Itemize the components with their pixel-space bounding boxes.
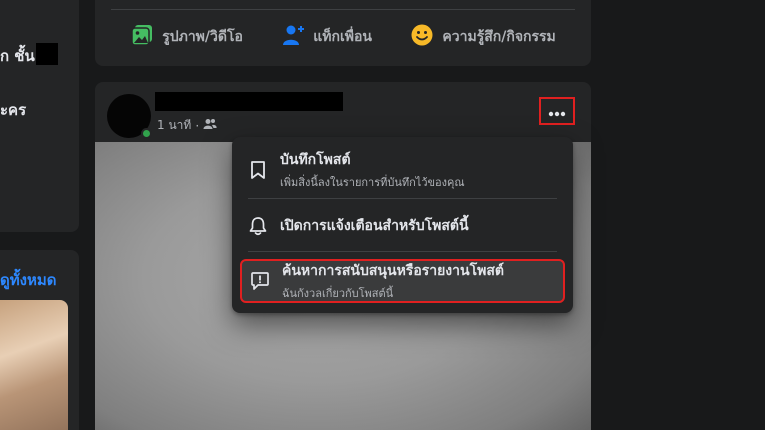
tag-friend-icon (281, 23, 305, 51)
left-sidebar-card: ก ชั้น ะคร (0, 0, 79, 232)
see-all-link[interactable]: ดูทั้งหมด (0, 268, 56, 292)
post-composer: รูปภาพ/วิดีโอ แท็กเพื่อน ความรู้สึก/กิจก… (95, 0, 591, 66)
report-post-subtitle: ฉันกังวลเกี่ยวกับโพสต์นี้ (282, 287, 394, 300)
post-timestamp[interactable]: 1 นาที (157, 116, 191, 135)
menu-item-turn-on-notifications[interactable]: เปิดการแจ้งเตือนสำหรับโพสต์นี้ (240, 203, 565, 249)
redacted-block (36, 43, 58, 65)
left-text-line1: ก ชั้น (0, 47, 35, 65)
left-text-line2: ะคร (0, 101, 27, 119)
bookmark-icon (248, 160, 268, 180)
feeling-activity-label: ความรู้สึก/กิจกรรม (442, 29, 556, 45)
save-post-title: บันทึกโพสต์ (280, 152, 351, 168)
composer-divider (111, 9, 575, 10)
online-status-dot (141, 128, 152, 139)
post-options-menu: บันทึกโพสต์ เพิ่มสิ่งนี้ลงในรายการที่บัน… (232, 137, 573, 313)
report-icon (250, 271, 270, 291)
notifications-title: เปิดการแจ้งเตือนสำหรับโพสต์นี้ (280, 218, 469, 234)
tag-friends-label: แท็กเพื่อน (313, 29, 373, 45)
menu-divider (248, 198, 557, 199)
feeling-icon (410, 23, 434, 51)
friends-icon[interactable] (203, 118, 217, 133)
gallery-thumbnail[interactable] (0, 300, 68, 430)
composer-actions: รูปภาพ/วิดีโอ แท็กเพื่อน ความรู้สึก/กิจก… (111, 14, 575, 60)
feeling-activity-button[interactable]: ความรู้สึก/กิจกรรม (410, 23, 556, 51)
menu-divider (248, 251, 557, 252)
tag-friends-button[interactable]: แท็กเพื่อน (281, 23, 372, 51)
report-post-title: ค้นหาการสนับสนุนหรือรายงานโพสต์ (282, 263, 504, 279)
photo-video-label: รูปภาพ/วิดีโอ (162, 29, 243, 45)
photo-icon (130, 23, 154, 51)
bell-icon (248, 216, 268, 236)
menu-item-find-support-report[interactable]: ค้นหาการสนับสนุนหรือรายงานโพสต์ ฉันกังวล… (240, 259, 565, 303)
meta-separator: · (195, 118, 200, 133)
photo-video-button[interactable]: รูปภาพ/วิดีโอ (130, 23, 243, 51)
post-options-button[interactable] (539, 97, 575, 125)
left-gallery-card: ดูทั้งหมด (0, 250, 79, 430)
post-meta: 1 นาที · (157, 116, 217, 135)
save-post-subtitle: เพิ่มสิ่งนี้ลงในรายการที่บันทึกไว้ของคุณ (280, 176, 465, 189)
author-name-redacted[interactable] (155, 92, 343, 111)
more-options-icon (548, 102, 566, 121)
menu-item-save-post[interactable]: บันทึกโพสต์ เพิ่มสิ่งนี้ลงในรายการที่บัน… (240, 145, 565, 195)
